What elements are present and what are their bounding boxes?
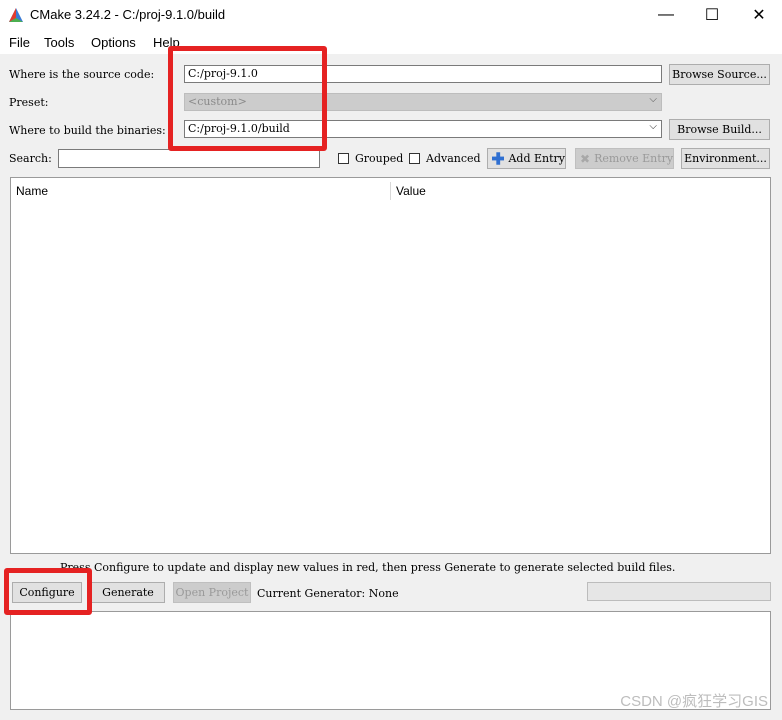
maximize-button[interactable]: ☐ bbox=[689, 0, 735, 30]
preset-label: Preset: bbox=[9, 96, 49, 109]
grouped-checkbox[interactable] bbox=[338, 153, 349, 164]
search-label: Search: bbox=[9, 152, 52, 165]
remove-entry-button: ✖ Remove Entry bbox=[575, 148, 674, 169]
browse-build-button[interactable]: Browse Build... bbox=[669, 119, 770, 140]
open-project-button: Open Project bbox=[173, 582, 251, 603]
menu-tools[interactable]: Tools bbox=[44, 35, 74, 50]
remove-entry-label: Remove Entry bbox=[594, 152, 674, 165]
grouped-label: Grouped bbox=[355, 152, 404, 165]
add-entry-button[interactable]: Add Entry bbox=[487, 148, 566, 169]
search-input[interactable] bbox=[58, 149, 320, 168]
window-title: CMake 3.24.2 - C:/proj-9.1.0/build bbox=[30, 7, 226, 22]
cmake-logo-icon bbox=[9, 8, 23, 22]
plus-icon bbox=[492, 152, 505, 165]
add-entry-label: Add Entry bbox=[508, 152, 565, 165]
cache-table[interactable]: Name Value bbox=[10, 177, 771, 554]
remove-x-icon: ✖ bbox=[580, 151, 591, 166]
menu-options[interactable]: Options bbox=[91, 35, 136, 50]
menu-file[interactable]: File bbox=[9, 35, 30, 50]
current-generator-text: Current Generator: None bbox=[257, 587, 399, 600]
column-divider[interactable] bbox=[390, 182, 391, 200]
environment-button[interactable]: Environment... bbox=[681, 148, 770, 169]
build-label: Where to build the binaries: bbox=[9, 124, 166, 137]
watermark: CSDN @疯狂学习GIS bbox=[620, 693, 768, 710]
highlight-box-paths bbox=[168, 46, 327, 151]
browse-source-button[interactable]: Browse Source... bbox=[669, 64, 770, 85]
column-header-value[interactable]: Value bbox=[396, 184, 426, 198]
generate-button[interactable]: Generate bbox=[91, 582, 165, 603]
hint-text: Press Configure to update and display ne… bbox=[60, 561, 676, 574]
chevron-down-icon[interactable]: ⌵ bbox=[649, 121, 657, 132]
advanced-label: Advanced bbox=[426, 152, 481, 165]
source-label: Where is the source code: bbox=[9, 68, 155, 81]
progress-bar bbox=[587, 582, 771, 601]
close-button[interactable]: ✕ bbox=[736, 0, 782, 30]
advanced-checkbox[interactable] bbox=[409, 153, 420, 164]
column-header-name[interactable]: Name bbox=[16, 184, 48, 198]
minimize-button[interactable]: — bbox=[643, 0, 689, 30]
chevron-down-icon: ⌵ bbox=[649, 94, 657, 105]
highlight-box-configure bbox=[4, 568, 92, 615]
